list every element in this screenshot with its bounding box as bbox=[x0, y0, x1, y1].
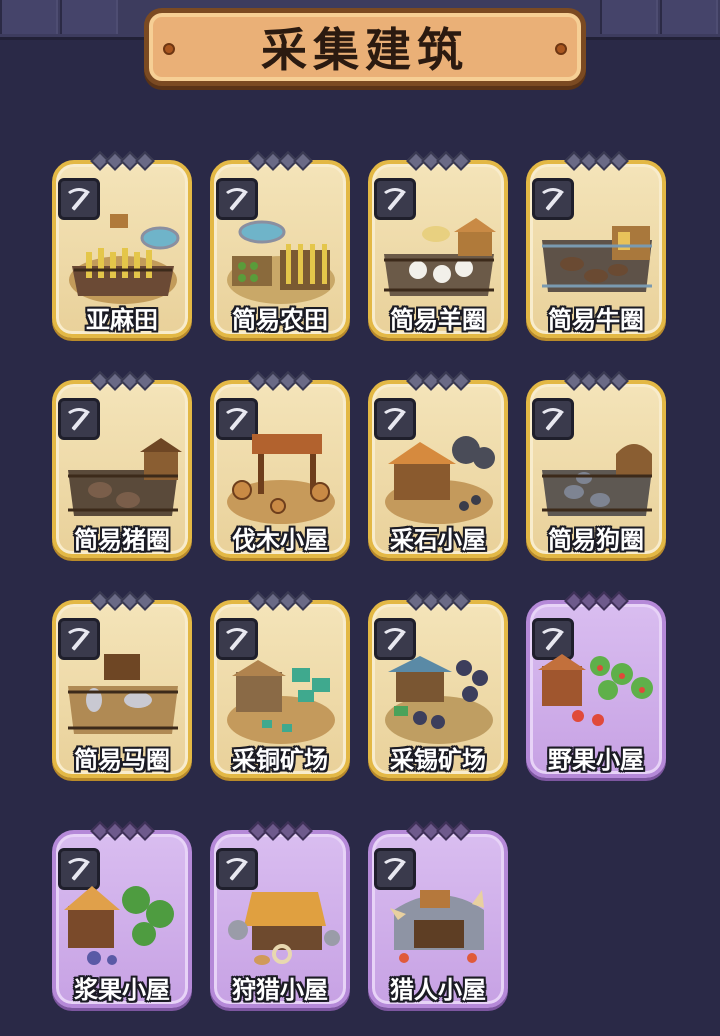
building-card-lumber-hut[interactable]: 伐木小屋 bbox=[210, 371, 350, 558]
card-gems bbox=[402, 821, 474, 841]
building-label: 浆果小屋 bbox=[74, 975, 170, 1004]
card-gems bbox=[86, 591, 158, 611]
building-label: 采铜矿场 bbox=[232, 745, 328, 774]
building-card-berry-hut[interactable]: 浆果小屋 bbox=[52, 821, 192, 1008]
card-gems bbox=[402, 371, 474, 391]
building-card-sheep-pen[interactable]: 简易羊圈 bbox=[368, 151, 508, 338]
flax-field-illustration bbox=[64, 210, 182, 306]
horse-pen-illustration bbox=[64, 650, 182, 746]
page-title: 采集建筑 bbox=[261, 23, 469, 77]
quarry-hut-illustration bbox=[380, 430, 498, 526]
card-gems bbox=[86, 151, 158, 171]
building-label: 简易狗圈 bbox=[548, 525, 644, 554]
cattle-pen-illustration bbox=[538, 210, 656, 306]
title-banner: 采集建筑 bbox=[144, 8, 586, 86]
building-label: 简易牛圈 bbox=[548, 305, 644, 334]
building-card-cattle-pen[interactable]: 简易牛圈 bbox=[526, 151, 666, 338]
hunter-hut-illustration bbox=[380, 880, 498, 976]
hunting-hut-illustration bbox=[222, 880, 340, 976]
building-label: 亚麻田 bbox=[86, 305, 158, 334]
card-gems bbox=[560, 591, 632, 611]
wild-fruit-hut-illustration bbox=[538, 650, 656, 746]
card-gems bbox=[402, 151, 474, 171]
card-gems bbox=[244, 591, 316, 611]
building-card-quarry-hut[interactable]: 采石小屋 bbox=[368, 371, 508, 558]
top-strip-tile bbox=[660, 0, 718, 34]
building-card-pig-pen[interactable]: 简易猪圈 bbox=[52, 371, 192, 558]
building-card-hunter-hut[interactable]: 猎人小屋 bbox=[368, 821, 508, 1008]
copper-mine-illustration bbox=[222, 650, 340, 746]
card-gems bbox=[244, 151, 316, 171]
building-card-copper-mine[interactable]: 采铜矿场 bbox=[210, 591, 350, 778]
card-gems bbox=[244, 821, 316, 841]
building-label: 野果小屋 bbox=[548, 745, 644, 774]
card-gems bbox=[402, 591, 474, 611]
building-card-flax-field[interactable]: 亚麻田 bbox=[52, 151, 192, 338]
banner-stud-left bbox=[163, 43, 175, 55]
building-label: 简易猪圈 bbox=[74, 525, 170, 554]
building-label: 伐木小屋 bbox=[232, 525, 328, 554]
top-strip-tile bbox=[60, 0, 118, 34]
pig-pen-illustration bbox=[64, 430, 182, 526]
card-gems bbox=[560, 151, 632, 171]
building-card-farmland[interactable]: 简易农田 bbox=[210, 151, 350, 338]
card-gems bbox=[560, 371, 632, 391]
building-card-wild-fruit-hut[interactable]: 野果小屋 bbox=[526, 591, 666, 778]
building-card-dog-pen[interactable]: 简易狗圈 bbox=[526, 371, 666, 558]
berry-hut-illustration bbox=[64, 880, 182, 976]
building-label: 简易羊圈 bbox=[390, 305, 486, 334]
sheep-pen-illustration bbox=[380, 210, 498, 306]
building-label: 采锡矿场 bbox=[390, 745, 486, 774]
building-card-tin-mine[interactable]: 采锡矿场 bbox=[368, 591, 508, 778]
farmland-illustration bbox=[222, 210, 340, 306]
top-strip-tile bbox=[600, 0, 658, 34]
building-card-hunting-hut[interactable]: 狩猎小屋 bbox=[210, 821, 350, 1008]
building-card-horse-pen[interactable]: 简易马圈 bbox=[52, 591, 192, 778]
dog-pen-illustration bbox=[538, 430, 656, 526]
building-label: 简易农田 bbox=[232, 305, 328, 334]
building-label: 简易马圈 bbox=[74, 745, 170, 774]
building-label: 猎人小屋 bbox=[390, 975, 486, 1004]
card-gems bbox=[244, 371, 316, 391]
tin-mine-illustration bbox=[380, 650, 498, 746]
card-gems bbox=[86, 371, 158, 391]
building-label: 采石小屋 bbox=[390, 525, 486, 554]
card-gems bbox=[86, 821, 158, 841]
top-strip-tile bbox=[0, 0, 58, 34]
building-label: 狩猎小屋 bbox=[232, 975, 328, 1004]
banner-stud-right bbox=[555, 43, 567, 55]
lumber-hut-illustration bbox=[222, 430, 340, 526]
